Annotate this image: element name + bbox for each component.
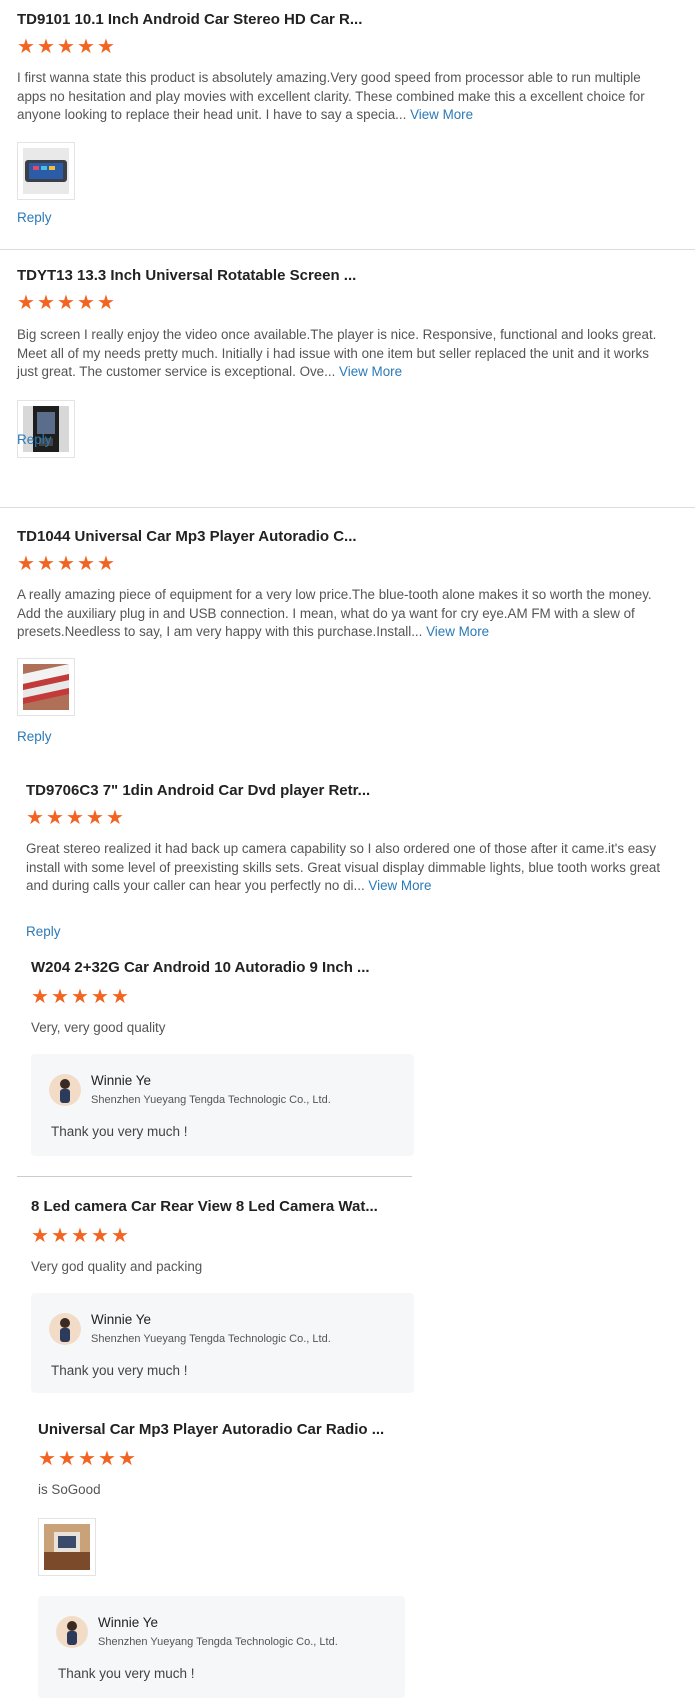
star-icon: ★ — [77, 36, 95, 58]
star-rating: ★ ★ ★ ★ ★ — [38, 1448, 136, 1470]
seller-company: Shenzhen Yueyang Tengda Technologic Co.,… — [91, 1333, 331, 1345]
review-product-title[interactable]: TDYT13 13.3 Inch Universal Rotatable Scr… — [17, 267, 356, 284]
view-more-link[interactable]: View More — [368, 878, 431, 893]
seller-avatar — [49, 1313, 81, 1345]
seller-company: Shenzhen Yueyang Tengda Technologic Co.,… — [98, 1636, 338, 1648]
review-product-title[interactable]: 8 Led camera Car Rear View 8 Led Camera … — [31, 1198, 378, 1215]
seller-reply-box: Winnie Ye Shenzhen Yueyang Tengda Techno… — [38, 1596, 405, 1698]
seller-company: Shenzhen Yueyang Tengda Technologic Co.,… — [91, 1094, 331, 1106]
review-photo-thumbnail[interactable] — [17, 400, 75, 458]
review-product-title[interactable]: TD9101 10.1 Inch Android Car Stereo HD C… — [17, 11, 362, 28]
star-rating: ★ ★ ★ ★ ★ — [31, 986, 129, 1008]
star-icon: ★ — [111, 1225, 129, 1247]
reply-link[interactable]: Reply — [17, 729, 52, 744]
star-icon: ★ — [37, 553, 55, 575]
review-card: TD1044 Universal Car Mp3 Player Autoradi… — [0, 508, 695, 758]
star-icon: ★ — [31, 986, 49, 1008]
view-more-link[interactable]: View More — [339, 364, 402, 379]
review-product-title[interactable]: W204 2+32G Car Android 10 Autoradio 9 In… — [31, 959, 370, 976]
star-rating: ★ ★ ★ ★ ★ — [31, 1225, 129, 1247]
seller-reply-text: Thank you very much ! — [58, 1666, 195, 1681]
seller-name: Winnie Ye — [91, 1073, 152, 1088]
star-icon: ★ — [26, 807, 44, 829]
seller-reply-box: Winnie Ye Shenzhen Yueyang Tengda Techno… — [31, 1293, 414, 1393]
review-text: I first wanna state this product is abso… — [17, 70, 645, 122]
star-icon: ★ — [97, 553, 115, 575]
star-icon: ★ — [17, 553, 35, 575]
car-stereo-photo — [23, 148, 69, 194]
star-rating: ★ ★ ★ ★ ★ — [17, 292, 115, 314]
reply-link[interactable]: Reply — [17, 210, 52, 225]
seller-avatar — [56, 1616, 88, 1648]
star-icon: ★ — [37, 36, 55, 58]
star-icon: ★ — [71, 986, 89, 1008]
seller-name: Winnie Ye — [91, 1312, 152, 1327]
seller-reply-text: Thank you very much ! — [51, 1124, 188, 1139]
review-photo-thumbnail[interactable] — [38, 1518, 96, 1576]
star-icon: ★ — [91, 986, 109, 1008]
view-more-link[interactable]: View More — [426, 624, 489, 639]
star-icon: ★ — [38, 1448, 56, 1470]
star-icon: ★ — [66, 807, 84, 829]
star-icon: ★ — [118, 1448, 136, 1470]
star-rating: ★ ★ ★ ★ ★ — [26, 807, 124, 829]
review-text: is SoGood — [38, 1482, 101, 1497]
seller-avatar — [49, 1074, 81, 1106]
star-icon: ★ — [57, 553, 75, 575]
star-icon: ★ — [46, 807, 64, 829]
review-text: Great stereo realized it had back up cam… — [26, 841, 661, 893]
star-icon: ★ — [106, 807, 124, 829]
star-icon: ★ — [77, 292, 95, 314]
star-icon: ★ — [51, 986, 69, 1008]
star-icon: ★ — [31, 1225, 49, 1247]
review-photo-thumbnail[interactable] — [17, 658, 75, 716]
star-icon: ★ — [111, 986, 129, 1008]
star-icon: ★ — [97, 292, 115, 314]
review-text: Very, very good quality — [31, 1020, 166, 1035]
star-rating: ★ ★ ★ ★ ★ — [17, 36, 115, 58]
review-card: Universal Car Mp3 Player Autoradio Car R… — [0, 1400, 695, 1708]
star-icon: ★ — [57, 36, 75, 58]
review-text: A really amazing piece of equipment for … — [17, 587, 652, 639]
review-text: Big screen I really enjoy the video once… — [17, 327, 657, 379]
star-icon: ★ — [58, 1448, 76, 1470]
review-photo-thumbnail[interactable] — [17, 142, 75, 200]
seller-reply-text: Thank you very much ! — [51, 1363, 188, 1378]
star-icon: ★ — [91, 1225, 109, 1247]
reply-link[interactable]: Reply — [17, 432, 52, 447]
star-icon: ★ — [57, 292, 75, 314]
unboxing-photo — [44, 1524, 90, 1570]
review-card: W204 2+32G Car Android 10 Autoradio 9 In… — [0, 948, 695, 1176]
review-card: 8 Led camera Car Rear View 8 Led Camera … — [0, 1177, 695, 1400]
seller-reply-box: Winnie Ye Shenzhen Yueyang Tengda Techno… — [31, 1054, 414, 1156]
star-icon: ★ — [98, 1448, 116, 1470]
star-icon: ★ — [37, 292, 55, 314]
review-product-title[interactable]: TD9706C3 7" 1din Android Car Dvd player … — [26, 782, 370, 799]
star-icon: ★ — [77, 553, 95, 575]
review-card: TD9101 10.1 Inch Android Car Stereo HD C… — [0, 0, 695, 250]
review-card: TDYT13 13.3 Inch Universal Rotatable Scr… — [0, 250, 695, 508]
product-box-photo — [23, 664, 69, 710]
review-text: Very god quality and packing — [31, 1259, 203, 1274]
seller-name: Winnie Ye — [98, 1615, 159, 1630]
star-rating: ★ ★ ★ ★ ★ — [17, 553, 115, 575]
review-product-title[interactable]: Universal Car Mp3 Player Autoradio Car R… — [38, 1421, 384, 1438]
review-product-title[interactable]: TD1044 Universal Car Mp3 Player Autoradi… — [17, 528, 357, 545]
star-icon: ★ — [17, 292, 35, 314]
star-icon: ★ — [97, 36, 115, 58]
view-more-link[interactable]: View More — [410, 107, 473, 122]
review-card: TD9706C3 7" 1din Android Car Dvd player … — [0, 758, 695, 948]
star-icon: ★ — [51, 1225, 69, 1247]
reply-link[interactable]: Reply — [26, 924, 61, 939]
star-icon: ★ — [17, 36, 35, 58]
star-icon: ★ — [86, 807, 104, 829]
star-icon: ★ — [78, 1448, 96, 1470]
star-icon: ★ — [71, 1225, 89, 1247]
